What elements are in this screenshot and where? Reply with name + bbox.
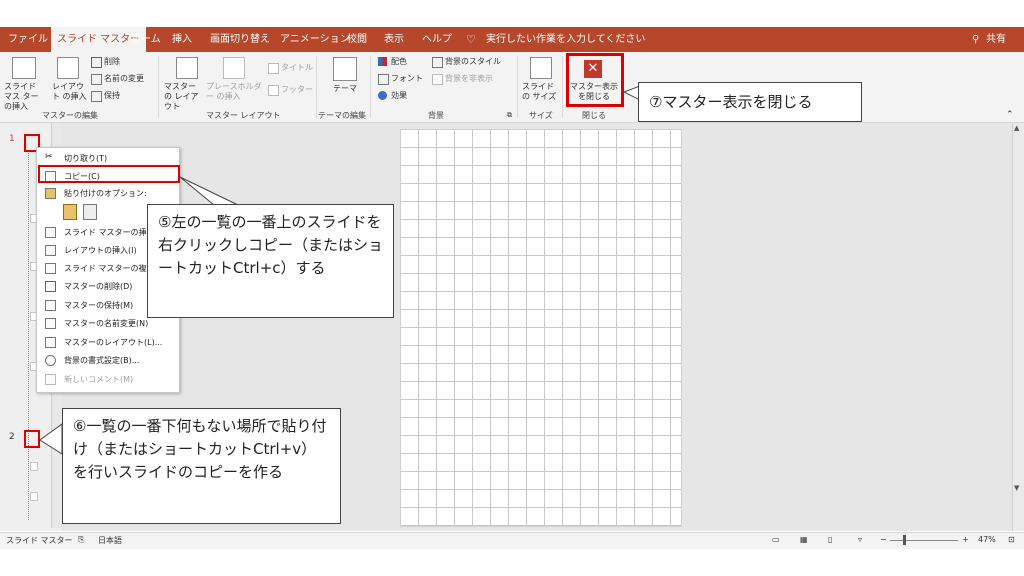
- callout-step-7: ⑦マスター表示を閉じる: [638, 82, 862, 122]
- fit-to-window-icon[interactable]: ⊡: [1008, 535, 1015, 544]
- status-view-mode: スライド マスター: [6, 536, 73, 545]
- zoom-in-icon[interactable]: +: [962, 535, 969, 544]
- zoom-slider[interactable]: [890, 540, 958, 541]
- zoom-out-icon[interactable]: −: [880, 535, 887, 544]
- spell-check-icon[interactable]: ⎘: [78, 535, 84, 545]
- normal-view-icon[interactable]: ▭: [772, 535, 780, 544]
- callout-step-5: ⑤左の一覧の一番上のスライドを右クリックしコピー（またはショートカットCtrl+…: [147, 204, 394, 318]
- status-bar: [0, 532, 1024, 549]
- slideshow-icon[interactable]: ▿: [858, 535, 862, 544]
- callout-step-6: ⑥一覧の一番下何もない場所で貼り付け（またはショートカットCtrl+v）を行いス…: [62, 408, 341, 524]
- status-language[interactable]: 日本語: [98, 535, 122, 546]
- reading-view-icon[interactable]: ▯: [828, 535, 832, 544]
- zoom-slider-thumb[interactable]: [903, 535, 906, 545]
- slide-sorter-icon[interactable]: ▦: [800, 535, 808, 544]
- zoom-level[interactable]: 47%: [978, 535, 996, 544]
